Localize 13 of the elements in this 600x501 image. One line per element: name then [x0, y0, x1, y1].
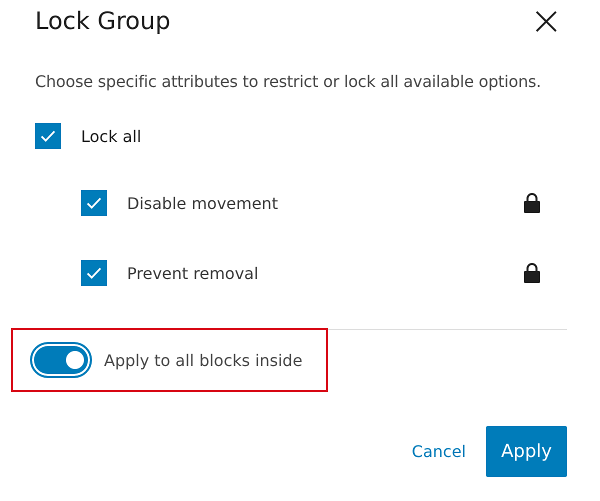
- checkbox[interactable]: [81, 260, 107, 286]
- cancel-button[interactable]: Cancel: [412, 442, 466, 461]
- checkbox-label: Lock all: [81, 126, 142, 146]
- checkbox-label: Disable movement: [127, 194, 279, 212]
- checkbox[interactable]: [81, 190, 107, 216]
- checkbox-label: Prevent removal: [127, 264, 260, 282]
- toggle-label: Apply to all blocks inside: [104, 350, 302, 370]
- description-text: Choose specific attributes to restrict or lock all available options.: [35, 72, 542, 91]
- dialog-title: Lock Group: [35, 7, 170, 35]
- toggle-switch[interactable]: [30, 342, 92, 378]
- close-button[interactable]: ×: [525, 1, 567, 41]
- checkbox[interactable]: [35, 123, 61, 149]
- apply-button[interactable]: Apply: [486, 426, 567, 477]
